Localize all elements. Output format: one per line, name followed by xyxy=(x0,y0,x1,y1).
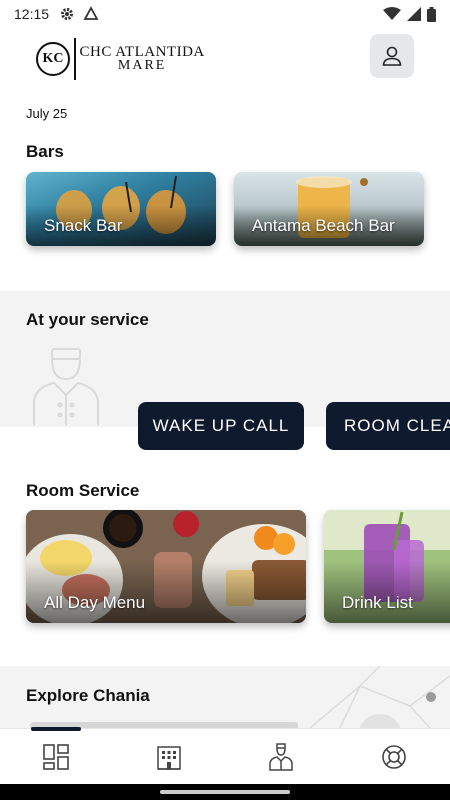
lifebuoy-icon xyxy=(381,744,406,769)
concierge-icon xyxy=(269,742,293,771)
battery-icon xyxy=(427,6,436,22)
explore-map-graphic xyxy=(309,666,450,728)
user-icon xyxy=(382,46,402,66)
logo-mark: KC xyxy=(36,42,70,76)
card-shade xyxy=(324,560,450,623)
drink-list-card[interactable]: Drink List xyxy=(324,510,450,623)
antama-beach-bar-label: Antama Beach Bar xyxy=(252,216,395,235)
all-day-menu-card[interactable]: All Day Menu xyxy=(26,510,306,623)
settings-gear-icon xyxy=(61,8,74,20)
room-cleaning-button[interactable]: ROOM CLEA xyxy=(326,402,450,450)
hotel-building-icon xyxy=(157,745,181,770)
logo-line-2: MARE xyxy=(117,58,167,73)
logo-text: CHC ATLANTIDA MARE xyxy=(80,45,205,73)
snack-bar-label: Snack Bar xyxy=(44,216,123,235)
bars-section-title: Bars xyxy=(26,142,64,161)
nav-dashboard[interactable] xyxy=(0,727,113,784)
system-navigation-bar xyxy=(0,784,450,800)
nav-help[interactable] xyxy=(338,729,450,784)
nav-services[interactable] xyxy=(225,729,338,784)
service-section-title: At your service xyxy=(26,310,149,329)
status-time: 12:15 xyxy=(14,6,50,22)
status-bar: 12:15 xyxy=(0,0,450,28)
bottom-navigation xyxy=(0,727,450,784)
wake-up-call-button[interactable]: WAKE UP CALL xyxy=(138,402,304,450)
snack-bar-card[interactable]: Snack Bar xyxy=(26,172,216,246)
dashboard-icon xyxy=(43,743,70,770)
card-shade xyxy=(26,560,306,623)
signal-icon xyxy=(407,7,421,21)
home-gesture-pill[interactable] xyxy=(160,790,290,794)
app-header: KC CHC ATLANTIDA MARE xyxy=(0,30,450,100)
antama-beach-bar-card[interactable]: Antama Beach Bar xyxy=(234,172,424,246)
drive-icon xyxy=(83,6,99,20)
logo-divider xyxy=(74,38,76,80)
hotel-logo: KC CHC ATLANTIDA MARE xyxy=(36,38,205,80)
nav-hotel[interactable] xyxy=(113,729,226,784)
logo-line-1: CHC ATLANTIDA xyxy=(79,44,205,60)
active-tab-indicator xyxy=(31,727,81,731)
current-date: July 25 xyxy=(26,106,68,121)
room-service-section-title: Room Service xyxy=(26,481,140,500)
explore-section-title: Explore Chania xyxy=(26,686,150,705)
profile-button[interactable] xyxy=(370,34,414,78)
all-day-menu-label: All Day Menu xyxy=(44,593,146,612)
drink-list-label: Drink List xyxy=(342,593,413,612)
wifi-icon xyxy=(383,7,401,20)
concierge-illustration-icon xyxy=(33,348,99,425)
